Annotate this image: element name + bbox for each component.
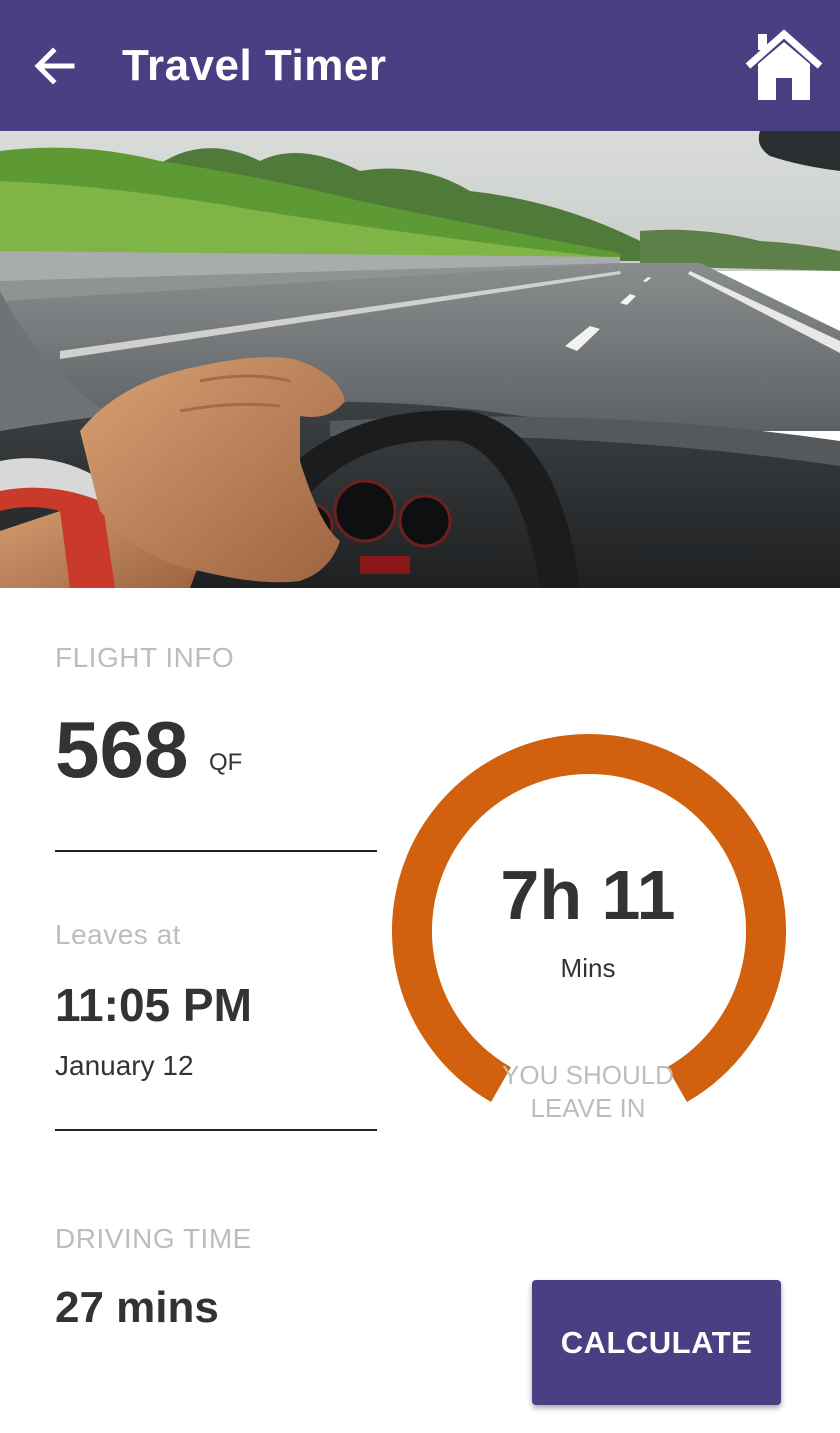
divider	[55, 850, 377, 852]
departure-time[interactable]: 11:05 PM	[55, 978, 252, 1032]
driving-time-value[interactable]: 27 mins	[55, 1283, 219, 1333]
countdown-caption: YOU SHOULD LEAVE IN	[468, 1059, 708, 1125]
leaves-at-label: Leaves at	[55, 919, 181, 950]
home-icon	[745, 29, 823, 100]
flight-info-label: FLIGHT INFO	[55, 642, 235, 673]
calculate-button[interactable]: CALCULATE	[532, 1280, 781, 1405]
departure-date: January 12	[55, 1050, 194, 1081]
countdown-unit: Mins	[560, 953, 616, 983]
app-bar: Travel Timer	[0, 0, 840, 131]
countdown-caption-line2: LEAVE IN	[530, 1093, 646, 1123]
app-title: Travel Timer	[122, 41, 387, 90]
home-button[interactable]	[744, 28, 824, 104]
airline-code: QF	[209, 749, 243, 776]
divider	[55, 1129, 377, 1131]
arrow-left-icon	[34, 47, 75, 85]
countdown-value: 7h 11	[500, 856, 676, 934]
countdown-caption-line1: YOU SHOULD	[502, 1060, 674, 1090]
back-button[interactable]	[26, 38, 82, 94]
travel-timer-screen: Travel Timer FLIGHT INFO 568 QF Leaves a…	[0, 0, 840, 1433]
flight-number[interactable]: 568	[55, 705, 188, 795]
hero-image	[0, 131, 840, 588]
driving-scene-illustration	[0, 131, 840, 588]
driving-time-label: DRIVING TIME	[55, 1223, 252, 1254]
